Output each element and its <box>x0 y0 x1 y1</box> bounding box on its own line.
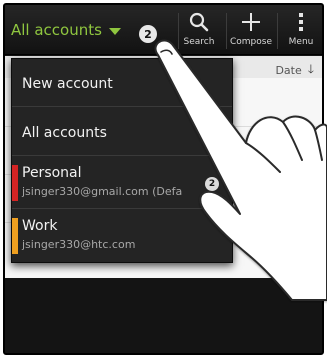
menu-item-label: New account <box>22 76 113 92</box>
menu-item-all-accounts[interactable]: All accounts <box>12 108 232 156</box>
compose-button[interactable]: Compose <box>225 9 277 53</box>
account-name: Work <box>22 218 58 234</box>
menu-divider <box>12 208 232 209</box>
account-email: jsinger330@htc.com <box>22 238 136 251</box>
account-selector-label: All accounts <box>11 21 102 39</box>
account-name: Personal <box>22 165 82 181</box>
action-bar: All accounts 2 Search Compose Menu <box>5 5 322 55</box>
account-email: jsinger330@gmail.com (Defa <box>22 185 183 198</box>
menu-item-work[interactable]: Work jsinger330@htc.com <box>12 210 232 262</box>
overflow-menu-icon <box>298 9 304 35</box>
compose-label: Compose <box>229 37 272 47</box>
search-button[interactable]: Search <box>173 9 225 53</box>
account-dropdown-menu: New account All accounts Personal jsinge… <box>11 58 233 263</box>
plus-icon <box>241 9 261 35</box>
sort-label: Date <box>275 64 302 77</box>
menu-label: Menu <box>288 37 314 47</box>
caret-down-icon <box>108 27 121 35</box>
menu-divider <box>12 106 232 107</box>
unread-count-badge: 2 <box>139 25 157 43</box>
search-icon <box>189 9 209 35</box>
account-color-bar <box>12 218 18 254</box>
menu-divider <box>12 155 232 156</box>
search-label: Search <box>183 37 215 47</box>
account-unread-badge: 2 <box>205 177 219 191</box>
email-app-screen: All accounts 2 Search Compose Menu Date … <box>3 3 324 355</box>
account-color-bar <box>12 165 18 201</box>
menu-button[interactable]: Menu <box>275 9 322 53</box>
menu-item-label: All accounts <box>22 125 107 141</box>
menu-item-new-account[interactable]: New account <box>12 59 232 107</box>
menu-item-personal[interactable]: Personal jsinger330@gmail.com (Defa 2 <box>12 157 232 209</box>
empty-area <box>5 278 322 353</box>
account-selector[interactable]: All accounts <box>11 5 121 55</box>
